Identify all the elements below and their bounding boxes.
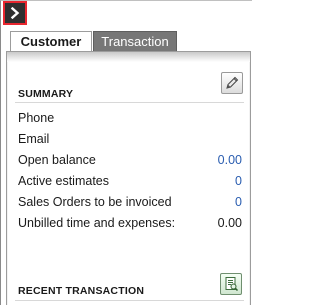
open-balance-link[interactable]: 0.00 (218, 150, 242, 171)
summary-title: SUMMARY (18, 88, 74, 100)
customer-tab-content: SUMMARY Phone Email Open balance 0.00 Ac… (6, 51, 251, 305)
row-label: Phone (18, 111, 55, 125)
recent-divider (15, 300, 244, 301)
tab-customer[interactable]: Customer (10, 31, 92, 51)
customer-panel: Customer Transaction SUMMARY Phone Email (0, 0, 252, 305)
panel-top-shade (7, 52, 250, 62)
chevron-right-icon (10, 7, 20, 19)
row-label: Unbilled time and expenses: (18, 216, 176, 230)
summary-row-unbilled: Unbilled time and expenses: 0.00 (18, 213, 242, 234)
summary-divider (15, 102, 244, 103)
collapse-panel-button[interactable] (3, 1, 27, 25)
summary-row-open-balance: Open balance 0.00 (18, 150, 242, 171)
summary-row-active-estimates: Active estimates 0 (18, 171, 242, 192)
row-label: Sales Orders to be invoiced (18, 195, 172, 209)
tab-transaction[interactable]: Transaction (93, 31, 177, 51)
pencil-icon (226, 76, 239, 89)
row-value: 0.00 (217, 216, 242, 230)
active-estimates-link[interactable]: 0 (235, 171, 242, 192)
quick-report-button[interactable] (220, 273, 242, 295)
tab-strip: Customer Transaction (1, 29, 253, 51)
row-label: Open balance (18, 153, 96, 167)
summary-row-sales-orders: Sales Orders to be invoiced 0 (18, 192, 242, 213)
summary-rows: Phone Email Open balance 0.00 Active est… (18, 108, 242, 234)
summary-row-email: Email (18, 129, 242, 150)
report-icon (225, 277, 239, 292)
edit-button[interactable] (221, 72, 243, 94)
summary-row-phone: Phone (18, 108, 242, 129)
sales-orders-link[interactable]: 0 (235, 192, 242, 213)
row-label: Active estimates (18, 174, 110, 188)
row-label: Email (18, 132, 50, 146)
recent-transaction-title: RECENT TRANSACTION (18, 285, 145, 297)
